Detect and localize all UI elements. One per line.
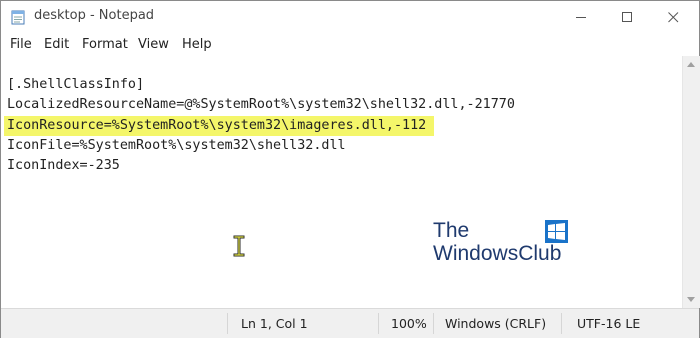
editor-line: IconFile=%SystemRoot%\system32\shell32.d… xyxy=(7,138,346,153)
status-divider xyxy=(433,313,434,334)
status-bar: Ln 1, Col 1 100% Windows (CRLF) UTF-16 L… xyxy=(1,308,699,338)
close-icon xyxy=(667,8,679,27)
status-encoding: UTF-16 LE xyxy=(577,316,641,331)
menu-format[interactable]: Format xyxy=(82,37,128,52)
menu-file[interactable]: File xyxy=(10,37,32,52)
watermark: The WindowsClub xyxy=(433,219,573,269)
editor-line-highlighted: IconResource=%SystemRoot%\system32\image… xyxy=(4,116,435,136)
status-divider xyxy=(227,313,228,334)
notepad-icon xyxy=(11,9,25,25)
text-cursor-icon xyxy=(233,235,245,257)
status-divider xyxy=(378,313,379,334)
text-editor[interactable]: [.ShellClassInfo] LocalizedResourceName=… xyxy=(1,58,682,308)
close-button[interactable] xyxy=(650,1,696,33)
scroll-up-icon[interactable] xyxy=(687,62,695,67)
scroll-down-icon[interactable] xyxy=(687,297,695,302)
title-bar[interactable]: desktop - Notepad xyxy=(1,1,699,33)
watermark-line1: The xyxy=(433,219,470,242)
status-position: Ln 1, Col 1 xyxy=(241,316,308,331)
menu-view[interactable]: View xyxy=(138,37,169,52)
menu-edit[interactable]: Edit xyxy=(44,37,69,52)
window-title: desktop - Notepad xyxy=(34,8,155,23)
watermark-line2: WindowsClub xyxy=(433,242,562,265)
menu-bar: File Edit Format View Help xyxy=(1,34,699,56)
notepad-window: desktop - Notepad File Edit Format View … xyxy=(0,0,700,338)
maximize-button[interactable] xyxy=(604,1,650,33)
status-divider xyxy=(561,313,562,334)
editor-line: IconIndex=-235 xyxy=(7,158,120,173)
minimize-icon xyxy=(575,8,587,27)
status-zoom: 100% xyxy=(391,316,427,331)
windows-logo-icon xyxy=(545,220,568,243)
status-line-ending: Windows (CRLF) xyxy=(445,316,547,331)
maximize-icon xyxy=(621,8,633,27)
minimize-button[interactable] xyxy=(558,1,604,33)
menu-help[interactable]: Help xyxy=(182,37,212,52)
editor-line: [.ShellClassInfo] xyxy=(7,77,145,92)
editor-line: LocalizedResourceName=@%SystemRoot%\syst… xyxy=(7,97,515,112)
vertical-scrollbar[interactable] xyxy=(682,56,700,308)
